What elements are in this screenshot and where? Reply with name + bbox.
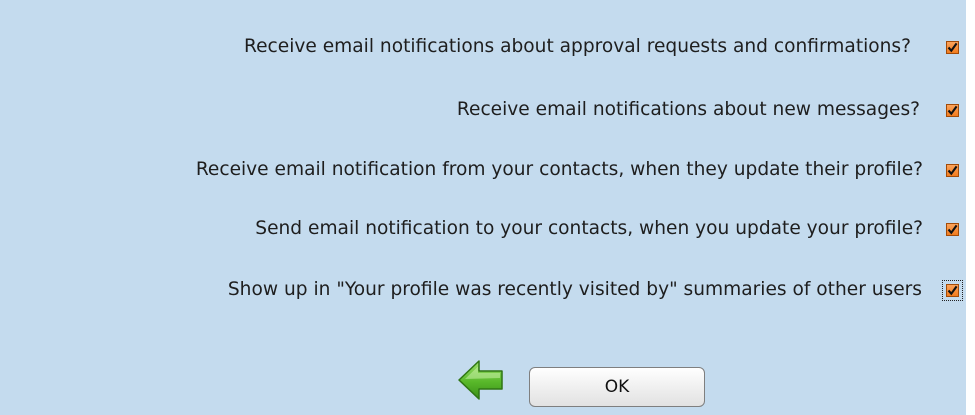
setting-checkbox[interactable] <box>946 41 959 54</box>
checkmark-icon <box>947 42 958 53</box>
back-arrow-icon[interactable] <box>456 358 506 402</box>
setting-label: Show up in "Your profile was recently vi… <box>227 279 922 300</box>
setting-row-approval-requests: Receive email notifications about approv… <box>0 32 966 62</box>
ok-button[interactable]: OK <box>529 367 705 407</box>
setting-checkbox[interactable] <box>946 223 959 236</box>
setting-row-new-messages: Receive email notifications about new me… <box>0 95 966 125</box>
setting-label: Receive email notification from your con… <box>195 159 923 180</box>
setting-label: Receive email notifications about new me… <box>456 99 920 120</box>
setting-row-contact-profile-updates: Receive email notification from your con… <box>0 155 966 185</box>
notification-settings-panel: Receive email notifications about approv… <box>0 0 966 415</box>
setting-checkbox[interactable] <box>946 104 959 117</box>
setting-checkbox[interactable] <box>942 280 963 301</box>
setting-row-profile-visits: Show up in "Your profile was recently vi… <box>0 275 966 305</box>
setting-checkbox[interactable] <box>946 164 959 177</box>
setting-row-own-profile-updates: Send email notification to your contacts… <box>0 214 966 244</box>
checkmark-icon <box>947 285 958 296</box>
checkmark-icon <box>947 105 958 116</box>
checkmark-icon <box>947 165 958 176</box>
checkmark-icon <box>947 224 958 235</box>
setting-label: Receive email notifications about approv… <box>244 36 911 57</box>
setting-label: Send email notification to your contacts… <box>255 218 923 239</box>
